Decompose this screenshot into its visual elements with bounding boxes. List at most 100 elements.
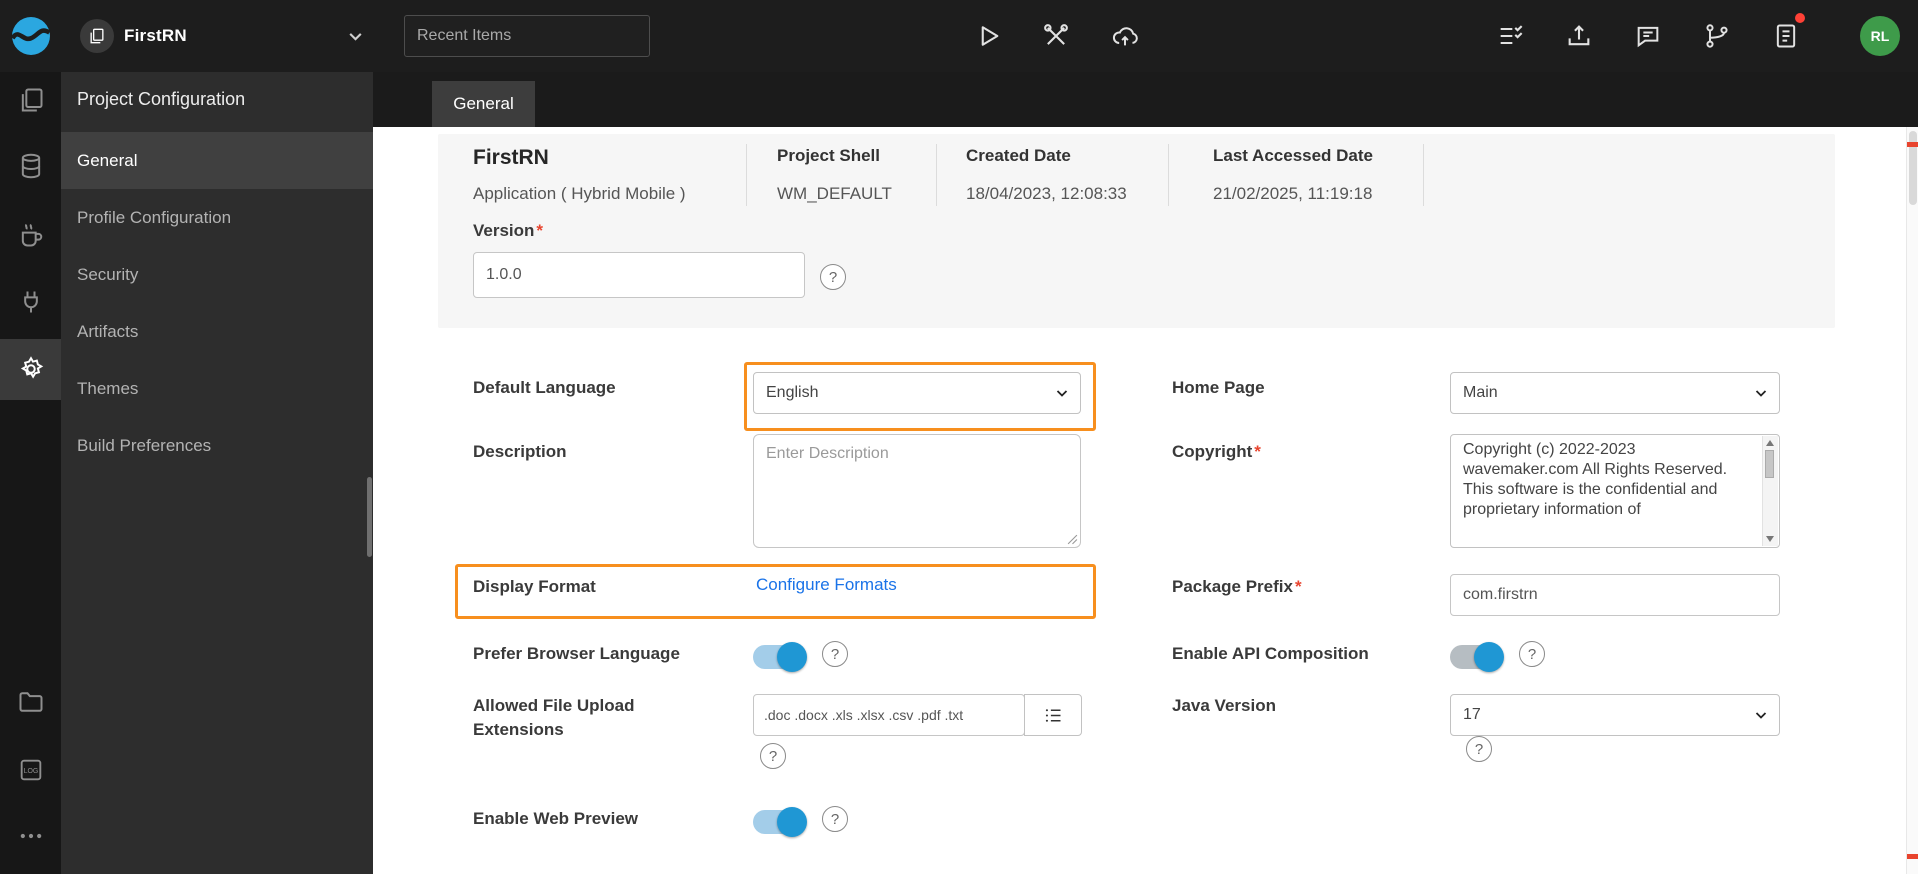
java-version-select[interactable]: 17 [1450, 694, 1780, 736]
avatar[interactable]: RL [1860, 16, 1900, 56]
nav-more-button[interactable] [15, 820, 47, 852]
required-asterisk: * [536, 221, 544, 240]
required-asterisk: * [1254, 442, 1261, 461]
help-icon[interactable]: ? [1466, 736, 1492, 762]
sidebar-item-security[interactable]: Security [61, 246, 373, 303]
description-textarea[interactable] [753, 434, 1081, 548]
feedback-button[interactable] [1631, 19, 1665, 53]
settings-gear-icon [20, 356, 44, 379]
chevron-down-icon[interactable] [347, 28, 364, 45]
logs-icon: LOG [20, 759, 42, 781]
main-scrollbar[interactable] [1906, 127, 1918, 874]
toggle-knob [1474, 642, 1504, 672]
list-icon [1045, 708, 1060, 722]
home-page-label: Home Page [1172, 378, 1265, 397]
prefer-browser-language-toggle[interactable] [753, 642, 807, 672]
tab-general[interactable]: General [432, 81, 535, 127]
git-branch-button[interactable] [1700, 19, 1734, 53]
info-divider [1423, 144, 1424, 206]
nav-database-button[interactable] [15, 150, 47, 182]
project-shell-label: Project Shell [777, 146, 880, 165]
project-title: FirstRN [473, 146, 549, 169]
more-options-icon [20, 833, 42, 839]
required-asterisk: * [1294, 577, 1302, 596]
apis-icon [24, 291, 38, 313]
info-divider [746, 144, 747, 206]
package-prefix-input[interactable] [1450, 574, 1780, 616]
sidebar-item-general[interactable]: General [61, 132, 373, 189]
home-page-value: Main [1463, 384, 1498, 401]
version-label: Version * [473, 221, 544, 240]
chevron-down-icon [1054, 385, 1070, 401]
sidebar-item-artifacts[interactable]: Artifacts [61, 303, 373, 360]
deploy-button[interactable] [1108, 19, 1142, 53]
allowed-file-upload-input[interactable] [753, 694, 1025, 736]
tools-icon [1044, 24, 1068, 45]
java-version-value: 17 [1463, 706, 1481, 723]
description-label: Description [473, 442, 567, 461]
version-input[interactable] [473, 252, 805, 298]
prefer-browser-language-label: Prefer Browser Language [473, 644, 680, 663]
copyright-textarea[interactable]: Copyright (c) 2022-2023 wavemaker.com Al… [1450, 434, 1780, 548]
chevron-down-icon [1753, 385, 1769, 401]
report-button[interactable] [1769, 19, 1803, 53]
export-button[interactable] [1562, 19, 1596, 53]
nav-files-button[interactable] [15, 686, 47, 718]
project-icon [80, 19, 114, 53]
default-language-label: Default Language [473, 378, 616, 397]
scroll-up-icon[interactable] [1766, 440, 1774, 446]
project-subtitle: Application ( Hybrid Mobile ) [473, 184, 686, 203]
left-rail: LOG [0, 72, 61, 874]
enable-api-composition-label: Enable API Composition [1172, 644, 1369, 663]
sidebar-item-themes[interactable]: Themes [61, 360, 373, 417]
help-icon[interactable]: ? [1519, 641, 1545, 667]
created-date-value: 18/04/2023, 12:08:33 [966, 184, 1127, 203]
run-button[interactable] [971, 19, 1005, 53]
last-accessed-label: Last Accessed Date [1213, 146, 1374, 165]
copyright-text: Copyright (c) 2022-2023 wavemaker.com Al… [1463, 441, 1728, 518]
nav-pages-button[interactable] [15, 84, 47, 116]
chevron-down-icon [1753, 707, 1769, 723]
tools-button[interactable] [1039, 19, 1073, 53]
scroll-down-icon[interactable] [1766, 536, 1774, 542]
scroll-thumb[interactable] [1765, 450, 1774, 478]
enable-api-composition-toggle[interactable] [1450, 642, 1504, 672]
pages-icon [21, 88, 43, 112]
sidebar-scrollbar[interactable] [367, 477, 372, 557]
wavemaker-logo[interactable] [8, 13, 54, 59]
help-icon[interactable]: ? [822, 641, 848, 667]
wavemaker-logo-icon [10, 17, 51, 55]
recent-items-input[interactable] [404, 15, 650, 57]
resize-handle-icon[interactable] [1067, 534, 1078, 545]
toggle-knob [777, 642, 807, 672]
project-info-panel [438, 134, 1835, 328]
checklist-button[interactable] [1493, 19, 1527, 53]
help-icon[interactable]: ? [820, 264, 846, 290]
info-divider [1168, 144, 1169, 206]
display-format-label: Display Format [473, 577, 596, 596]
extensions-list-button[interactable] [1024, 694, 1082, 736]
home-page-select[interactable]: Main [1450, 372, 1780, 414]
nav-settings-button[interactable] [15, 353, 47, 385]
scroll-marker-bottom [1907, 854, 1918, 859]
export-icon [1568, 25, 1590, 46]
java-services-icon [21, 223, 43, 247]
created-date-label: Created Date [966, 146, 1071, 165]
default-language-value: English [766, 384, 819, 401]
sidebar-item-profile-configuration[interactable]: Profile Configuration [61, 189, 373, 246]
nav-logs-button[interactable]: LOG [15, 754, 47, 786]
enable-web-preview-toggle[interactable] [753, 807, 807, 837]
enable-web-preview-label: Enable Web Preview [473, 809, 639, 828]
default-language-select[interactable]: English [753, 372, 1081, 414]
help-icon[interactable]: ? [760, 743, 786, 769]
configure-formats-link[interactable]: Configure Formats [756, 575, 897, 595]
report-icon [1776, 24, 1796, 48]
nav-java-services-button[interactable] [15, 219, 47, 251]
help-icon[interactable]: ? [822, 806, 848, 832]
java-version-label: Java Version [1172, 696, 1276, 715]
sidebar-item-build-preferences[interactable]: Build Preferences [61, 417, 373, 474]
nav-apis-button[interactable] [15, 286, 47, 318]
copyright-scrollbar[interactable] [1762, 436, 1778, 546]
last-accessed-value: 21/02/2025, 11:19:18 [1213, 184, 1373, 203]
notification-dot [1795, 13, 1805, 23]
